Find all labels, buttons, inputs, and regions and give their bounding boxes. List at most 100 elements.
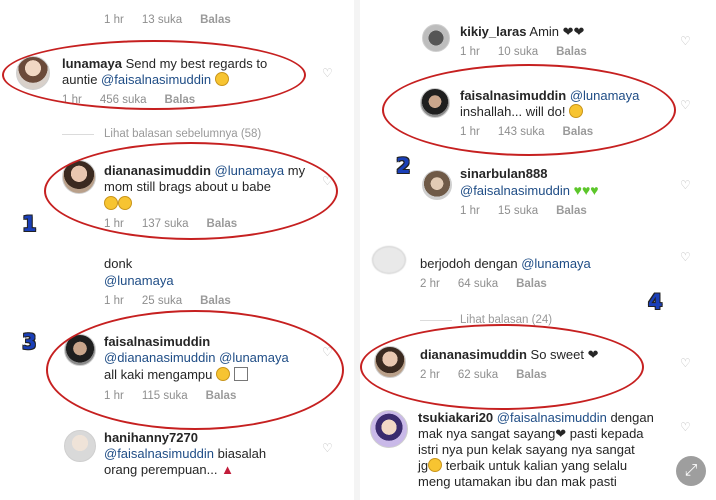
comment-meta: 1 hr 137 suka Balas bbox=[104, 218, 255, 230]
comment-tsukiakari20: tsukiakari20 @faisalnasimuddin dengan bbox=[418, 410, 654, 426]
winking-emoji-icon bbox=[216, 367, 231, 381]
time-label: 1 hr bbox=[460, 126, 480, 138]
username[interactable]: tsukiakari20 bbox=[418, 410, 493, 425]
expand-icon[interactable]: ⤢ bbox=[676, 456, 706, 486]
like-heart-icon[interactable]: ♡ bbox=[322, 442, 333, 454]
avatar[interactable] bbox=[64, 430, 96, 462]
mention-link[interactable]: @lunamaya bbox=[215, 163, 285, 178]
comment-faisalnasimuddin: faisalnasimuddin bbox=[104, 334, 210, 350]
username[interactable]: kikiy_laras bbox=[460, 24, 527, 39]
comment-lunamaya-line2: auntie @faisalnasimuddin bbox=[62, 72, 229, 88]
comment-text: Send my best regards to bbox=[125, 56, 268, 71]
reply-link[interactable]: Balas bbox=[200, 295, 231, 307]
like-heart-icon[interactable]: ♡ bbox=[680, 35, 691, 47]
username[interactable]: sinarbulan888 bbox=[460, 166, 547, 181]
reply-link[interactable]: Balas bbox=[516, 278, 547, 290]
reply-link[interactable]: Balas bbox=[206, 390, 237, 402]
reply-link[interactable]: Balas bbox=[165, 94, 196, 106]
comment-line3: orang perempuan... ▲ bbox=[104, 462, 234, 478]
annotation-number-1: 1 bbox=[22, 212, 37, 236]
comment-hanihanny7270: hanihanny7270 bbox=[104, 430, 198, 446]
comment-text: dengan bbox=[610, 410, 654, 425]
username[interactable]: diananasimuddin bbox=[104, 163, 211, 178]
reply-link[interactable]: Balas bbox=[200, 14, 231, 26]
mention-link[interactable]: @faisalnasimuddin bbox=[101, 72, 211, 87]
like-heart-icon[interactable]: ♡ bbox=[322, 67, 333, 79]
reply-link[interactable]: Balas bbox=[207, 218, 238, 230]
mention-link[interactable]: @lunamaya bbox=[104, 273, 174, 289]
like-heart-icon[interactable]: ♡ bbox=[680, 357, 691, 369]
mention-link[interactable]: @faisalnasimuddin bbox=[497, 410, 607, 425]
likes-count[interactable]: 13 suka bbox=[142, 14, 182, 26]
divider bbox=[62, 134, 94, 135]
like-heart-icon[interactable]: ♡ bbox=[680, 99, 691, 111]
reply-link[interactable]: Balas bbox=[563, 126, 594, 138]
time-label: 1 hr bbox=[104, 218, 124, 230]
smiling-face-emoji-icon bbox=[214, 72, 229, 86]
comment-text: jg bbox=[418, 458, 429, 473]
smiling-face-emoji-icon bbox=[569, 104, 584, 118]
comment-kikiy-laras: kikiy_laras Amin ❤❤ bbox=[460, 24, 584, 40]
comment-line2: mak nya sangat sayang❤ pasti kepada bbox=[418, 426, 644, 441]
comment-text: orang perempuan... bbox=[104, 462, 218, 477]
comment-meta: 1 hr 15 suka Balas bbox=[460, 205, 605, 217]
username[interactable]: faisalnasimuddin bbox=[460, 88, 566, 103]
avatar[interactable] bbox=[16, 56, 50, 90]
comment-mentions: @diananasimuddin @lunamaya bbox=[104, 350, 289, 366]
username[interactable]: diananasimuddin bbox=[420, 347, 527, 362]
likes-count[interactable]: 64 suka bbox=[458, 278, 498, 290]
comment-line: berjodoh dengan @lunamaya bbox=[420, 256, 591, 272]
mention-link[interactable]: @faisalnasimuddin bbox=[460, 183, 570, 198]
comment-sinarbulan888: sinarbulan888 bbox=[460, 166, 547, 182]
like-heart-icon[interactable]: ♡ bbox=[322, 175, 333, 187]
likes-count[interactable]: 137 suka bbox=[142, 218, 189, 230]
time-label: 1 hr bbox=[460, 46, 480, 58]
avatar[interactable] bbox=[374, 346, 406, 378]
dancer-emoji-icon: ▲ bbox=[221, 462, 234, 477]
comment-faisalnasimuddin: faisalnasimuddin @lunamaya bbox=[460, 88, 639, 104]
comment-line2: inshallah... will do! bbox=[460, 104, 584, 120]
avatar[interactable] bbox=[420, 88, 450, 118]
comment-text: Amin ❤❤ bbox=[529, 24, 585, 39]
avatar[interactable] bbox=[372, 246, 406, 274]
username[interactable]: lunamaya bbox=[62, 56, 122, 71]
likes-count[interactable]: 25 suka bbox=[142, 295, 182, 307]
likes-count[interactable]: 456 suka bbox=[100, 94, 147, 106]
likes-count[interactable]: 62 suka bbox=[458, 369, 498, 381]
username[interactable]: faisalnasimuddin bbox=[104, 334, 210, 349]
missing-glyph-icon bbox=[233, 367, 248, 381]
mention-link[interactable]: @diananasimuddin bbox=[104, 350, 216, 365]
laughing-emoji-icon bbox=[104, 196, 118, 210]
likes-count[interactable]: 115 suka bbox=[142, 390, 188, 402]
like-heart-icon[interactable]: ♡ bbox=[680, 179, 691, 191]
reply-link[interactable]: Balas bbox=[556, 46, 587, 58]
avatar[interactable] bbox=[64, 334, 96, 366]
mention-link[interactable]: @lunamaya bbox=[570, 88, 640, 103]
avatar[interactable] bbox=[370, 410, 408, 448]
view-replies[interactable]: Lihat balasan (24) bbox=[460, 314, 552, 326]
time-label: 2 hr bbox=[420, 278, 440, 290]
username[interactable]: hanihanny7270 bbox=[104, 430, 198, 445]
time-label: 2 hr bbox=[420, 369, 440, 381]
avatar[interactable] bbox=[422, 170, 452, 200]
comment-line4: jg terbaik untuk kalian yang selalu bbox=[418, 458, 627, 474]
comment-meta: 1 hr 115 suka Balas bbox=[104, 390, 254, 402]
reply-link[interactable]: Balas bbox=[516, 369, 547, 381]
like-heart-icon[interactable]: ♡ bbox=[680, 251, 691, 263]
like-heart-icon[interactable]: ♡ bbox=[680, 421, 691, 433]
comment-text: So sweet ❤ bbox=[530, 347, 599, 362]
avatar[interactable] bbox=[62, 160, 96, 194]
comment-text: inshallah... will do! bbox=[460, 104, 566, 119]
likes-count[interactable]: 143 suka bbox=[498, 126, 545, 138]
like-heart-icon[interactable]: ♡ bbox=[322, 346, 333, 358]
view-previous-replies[interactable]: Lihat balasan sebelumnya (58) bbox=[104, 128, 261, 140]
avatar[interactable] bbox=[422, 24, 450, 52]
mention-link[interactable]: @lunamaya bbox=[219, 350, 289, 365]
mention-link[interactable]: @faisalnasimuddin bbox=[104, 446, 214, 461]
comment-diananasimuddin: diananasimuddin @lunamaya my bbox=[104, 163, 305, 179]
comment-meta: 2 hr 62 suka Balas bbox=[420, 369, 565, 381]
likes-count[interactable]: 15 suka bbox=[498, 205, 538, 217]
mention-link[interactable]: @lunamaya bbox=[521, 256, 591, 271]
likes-count[interactable]: 10 suka bbox=[498, 46, 538, 58]
reply-link[interactable]: Balas bbox=[556, 205, 587, 217]
